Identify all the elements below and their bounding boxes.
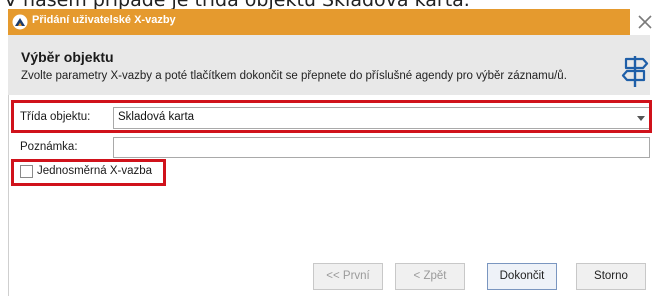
step-title: Výběr objektu — [21, 49, 114, 65]
back-button[interactable]: < Zpět — [395, 263, 465, 290]
first-button[interactable]: << První — [313, 263, 383, 290]
step-description: Zvolte parametry X-vazby a poté tlačítke… — [21, 70, 567, 82]
poznamka-label: Poznámka: — [20, 141, 78, 153]
highlight-jednosmerna — [11, 159, 166, 186]
title-bar: Přidání uživatelské X-vazby — [8, 9, 630, 35]
signpost-icon — [621, 56, 649, 87]
app-logo-icon — [12, 14, 28, 30]
finish-button[interactable]: Dokončit — [487, 263, 557, 290]
window-title: Přidání uživatelské X-vazby — [32, 14, 176, 26]
close-icon[interactable] — [636, 13, 654, 31]
cancel-button[interactable]: Storno — [576, 263, 646, 290]
highlight-trida-objektu — [11, 100, 652, 133]
poznamka-input[interactable] — [113, 137, 650, 158]
step-header: Výběr objektu Zvolte parametry X-vazby a… — [8, 35, 650, 95]
